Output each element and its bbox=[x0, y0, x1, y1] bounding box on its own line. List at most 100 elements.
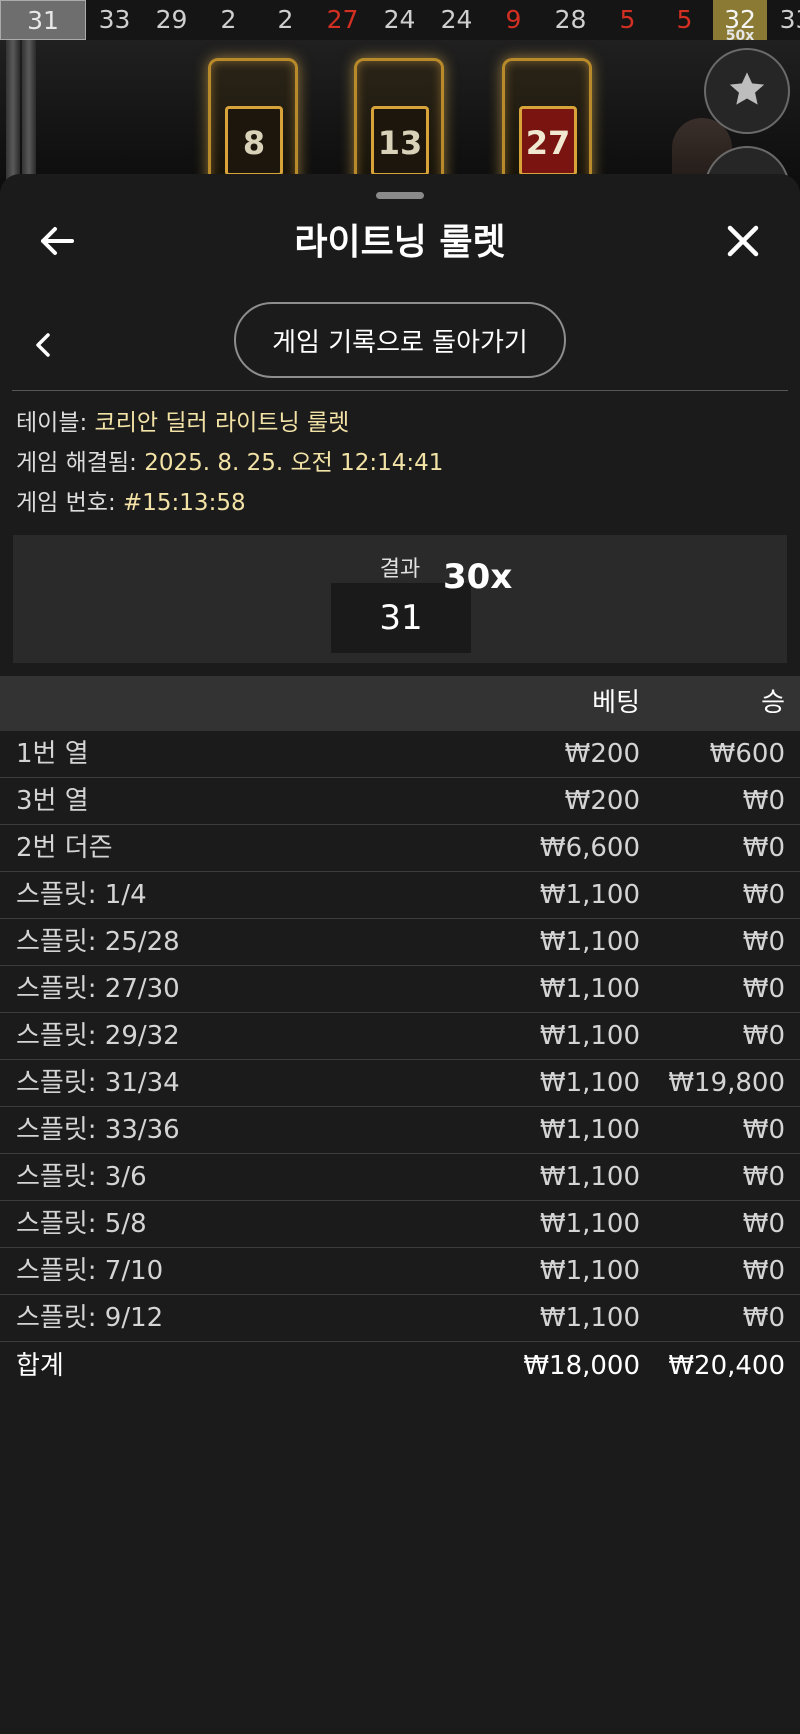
bet-name: 1번 열 bbox=[16, 739, 89, 769]
history-number-value: 29 bbox=[155, 5, 188, 34]
win-amount: ₩0 bbox=[742, 880, 785, 910]
close-button[interactable] bbox=[718, 218, 768, 268]
info-table: 테이블: 코리안 딜러 라이트닝 룰렛 bbox=[16, 406, 349, 440]
win-amount: ₩600 bbox=[709, 739, 785, 769]
bet-name: 스플릿: 31/34 bbox=[16, 1068, 180, 1098]
bet-name: 3번 열 bbox=[16, 786, 89, 816]
result-box: 결과 31 30x bbox=[13, 535, 787, 663]
bet-row: 스플릿: 31/34 ₩1,100 ₩19,800 bbox=[0, 1060, 800, 1107]
history-number: 33 bbox=[767, 0, 800, 40]
result-label: 결과 bbox=[379, 557, 421, 582]
bet-amount: ₩1,100 bbox=[539, 927, 640, 957]
info-game-number: 게임 번호: #15:13:58 bbox=[16, 486, 246, 520]
total-win: ₩20,400 bbox=[668, 1351, 785, 1381]
column-header-win: 승 bbox=[761, 688, 785, 718]
history-number: 9 bbox=[485, 0, 542, 40]
bet-amount: ₩1,100 bbox=[539, 1209, 640, 1239]
star-icon bbox=[726, 68, 768, 114]
bet-name: 스플릿: 33/36 bbox=[16, 1115, 180, 1145]
win-amount: ₩0 bbox=[742, 1115, 785, 1145]
history-number: 5 bbox=[656, 0, 713, 40]
favorite-button[interactable] bbox=[704, 48, 790, 134]
bet-name: 2번 더즌 bbox=[16, 833, 113, 863]
win-amount: ₩0 bbox=[742, 833, 785, 863]
bet-row: 스플릿: 33/36 ₩1,100 ₩0 bbox=[0, 1107, 800, 1154]
bet-amount: ₩1,100 bbox=[539, 1303, 640, 1333]
bet-row: 스플릿: 7/10 ₩1,100 ₩0 bbox=[0, 1248, 800, 1295]
bet-amount: ₩1,100 bbox=[539, 1068, 640, 1098]
scene-pillar bbox=[22, 40, 36, 190]
bet-row: 스플릿: 29/32 ₩1,100 ₩0 bbox=[0, 1013, 800, 1060]
history-number-value: 24 bbox=[440, 5, 473, 34]
history-number-value: 33 bbox=[98, 5, 131, 34]
info-game-number-label: 게임 번호: bbox=[16, 490, 116, 516]
info-resolved-label: 게임 해결됨: bbox=[16, 450, 137, 476]
back-to-history-button[interactable]: 게임 기록으로 돌아가기 bbox=[234, 302, 566, 378]
bet-amount: ₩1,100 bbox=[539, 1115, 640, 1145]
game-detail-sheet: 라이트닝 룰렛 게임 기록으로 돌아가기 테이블: 코리안 딜러 라이트닝 룰렛… bbox=[0, 174, 800, 1734]
history-number-value: 31 bbox=[27, 6, 59, 35]
history-number: 32 50x bbox=[713, 0, 767, 44]
info-resolved: 게임 해결됨: 2025. 8. 25. 오전 12:14:41 bbox=[16, 446, 443, 480]
bet-row: 스플릿: 5/8 ₩1,100 ₩0 bbox=[0, 1201, 800, 1248]
bet-row: 스플릿: 3/6 ₩1,100 ₩0 bbox=[0, 1154, 800, 1201]
bet-amount: ₩1,100 bbox=[539, 1256, 640, 1286]
bet-name: 스플릿: 3/6 bbox=[16, 1162, 147, 1192]
bet-amount: ₩1,100 bbox=[539, 880, 640, 910]
history-number-value: 33 bbox=[779, 5, 800, 34]
bets-table-body: 1번 열 ₩200 ₩600 3번 열 ₩200 ₩0 2번 더즌 ₩6,600 ₩0 스플릿: … bbox=[0, 731, 800, 1390]
history-number: 31 bbox=[0, 0, 86, 40]
bet-amount: ₩1,100 bbox=[539, 974, 640, 1004]
bet-name: 스플릿: 27/30 bbox=[16, 974, 180, 1004]
back-button[interactable] bbox=[32, 218, 82, 268]
history-number: 2 bbox=[200, 0, 257, 40]
total-bet: ₩18,000 bbox=[523, 1351, 640, 1381]
bet-row: 1번 열 ₩200 ₩600 bbox=[0, 731, 800, 778]
history-number: 29 bbox=[143, 0, 200, 40]
bet-row: 스플릿: 27/30 ₩1,100 ₩0 bbox=[0, 966, 800, 1013]
history-number-value: 24 bbox=[383, 5, 416, 34]
bet-row: 3번 열 ₩200 ₩0 bbox=[0, 778, 800, 825]
history-number: 5 bbox=[599, 0, 656, 40]
lightning-number: 13 bbox=[371, 106, 429, 176]
info-game-number-value: #15:13:58 bbox=[123, 490, 246, 516]
bet-name: 스플릿: 9/12 bbox=[16, 1303, 164, 1333]
bet-name: 스플릿: 25/28 bbox=[16, 927, 180, 957]
bet-amount: ₩1,100 bbox=[539, 1162, 640, 1192]
bet-row: 스플릿: 1/4 ₩1,100 ₩0 bbox=[0, 872, 800, 919]
bet-name: 스플릿: 29/32 bbox=[16, 1021, 180, 1051]
history-number: 24 bbox=[371, 0, 428, 40]
bet-amount: ₩200 bbox=[564, 786, 640, 816]
bet-name: 스플릿: 7/10 bbox=[16, 1256, 164, 1286]
history-number-value: 2 bbox=[277, 5, 294, 34]
win-amount: ₩0 bbox=[742, 1256, 785, 1286]
divider bbox=[12, 390, 788, 391]
bets-table-header: 베팅 승 bbox=[0, 676, 800, 731]
info-resolved-value: 2025. 8. 25. 오전 12:14:41 bbox=[144, 450, 444, 476]
bet-amount: ₩6,600 bbox=[539, 833, 640, 863]
history-number-value: 5 bbox=[676, 5, 693, 34]
bet-row: 2번 더즌 ₩6,600 ₩0 bbox=[0, 825, 800, 872]
win-amount: ₩0 bbox=[742, 1209, 785, 1239]
history-back-button[interactable] bbox=[26, 322, 60, 372]
history-number-value: 27 bbox=[326, 5, 359, 34]
page-title: 라이트닝 룰렛 bbox=[294, 222, 506, 263]
bet-row: 스플릿: 25/28 ₩1,100 ₩0 bbox=[0, 919, 800, 966]
total-label: 합계 bbox=[16, 1351, 64, 1381]
arrow-left-icon bbox=[39, 226, 75, 260]
win-amount: ₩0 bbox=[742, 1162, 785, 1192]
sheet-drag-handle[interactable] bbox=[376, 192, 424, 199]
lightning-number: 27 bbox=[519, 106, 577, 176]
close-icon bbox=[727, 225, 759, 261]
history-strip: 31 33 29 2 2 27 24 24 9 28 5 5 3250x 33 bbox=[0, 0, 800, 44]
win-amount: ₩0 bbox=[742, 974, 785, 1004]
win-amount: ₩0 bbox=[742, 927, 785, 957]
bet-amount: ₩1,100 bbox=[539, 1021, 640, 1051]
total-row: 합계 ₩18,000 ₩20,400 bbox=[0, 1342, 800, 1390]
bet-name: 스플릿: 1/4 bbox=[16, 880, 147, 910]
history-number-value: 9 bbox=[505, 5, 522, 34]
column-header-bet: 베팅 bbox=[592, 688, 640, 718]
info-table-label: 테이블: bbox=[16, 410, 88, 436]
history-number: 28 bbox=[542, 0, 599, 40]
bet-amount: ₩200 bbox=[564, 739, 640, 769]
